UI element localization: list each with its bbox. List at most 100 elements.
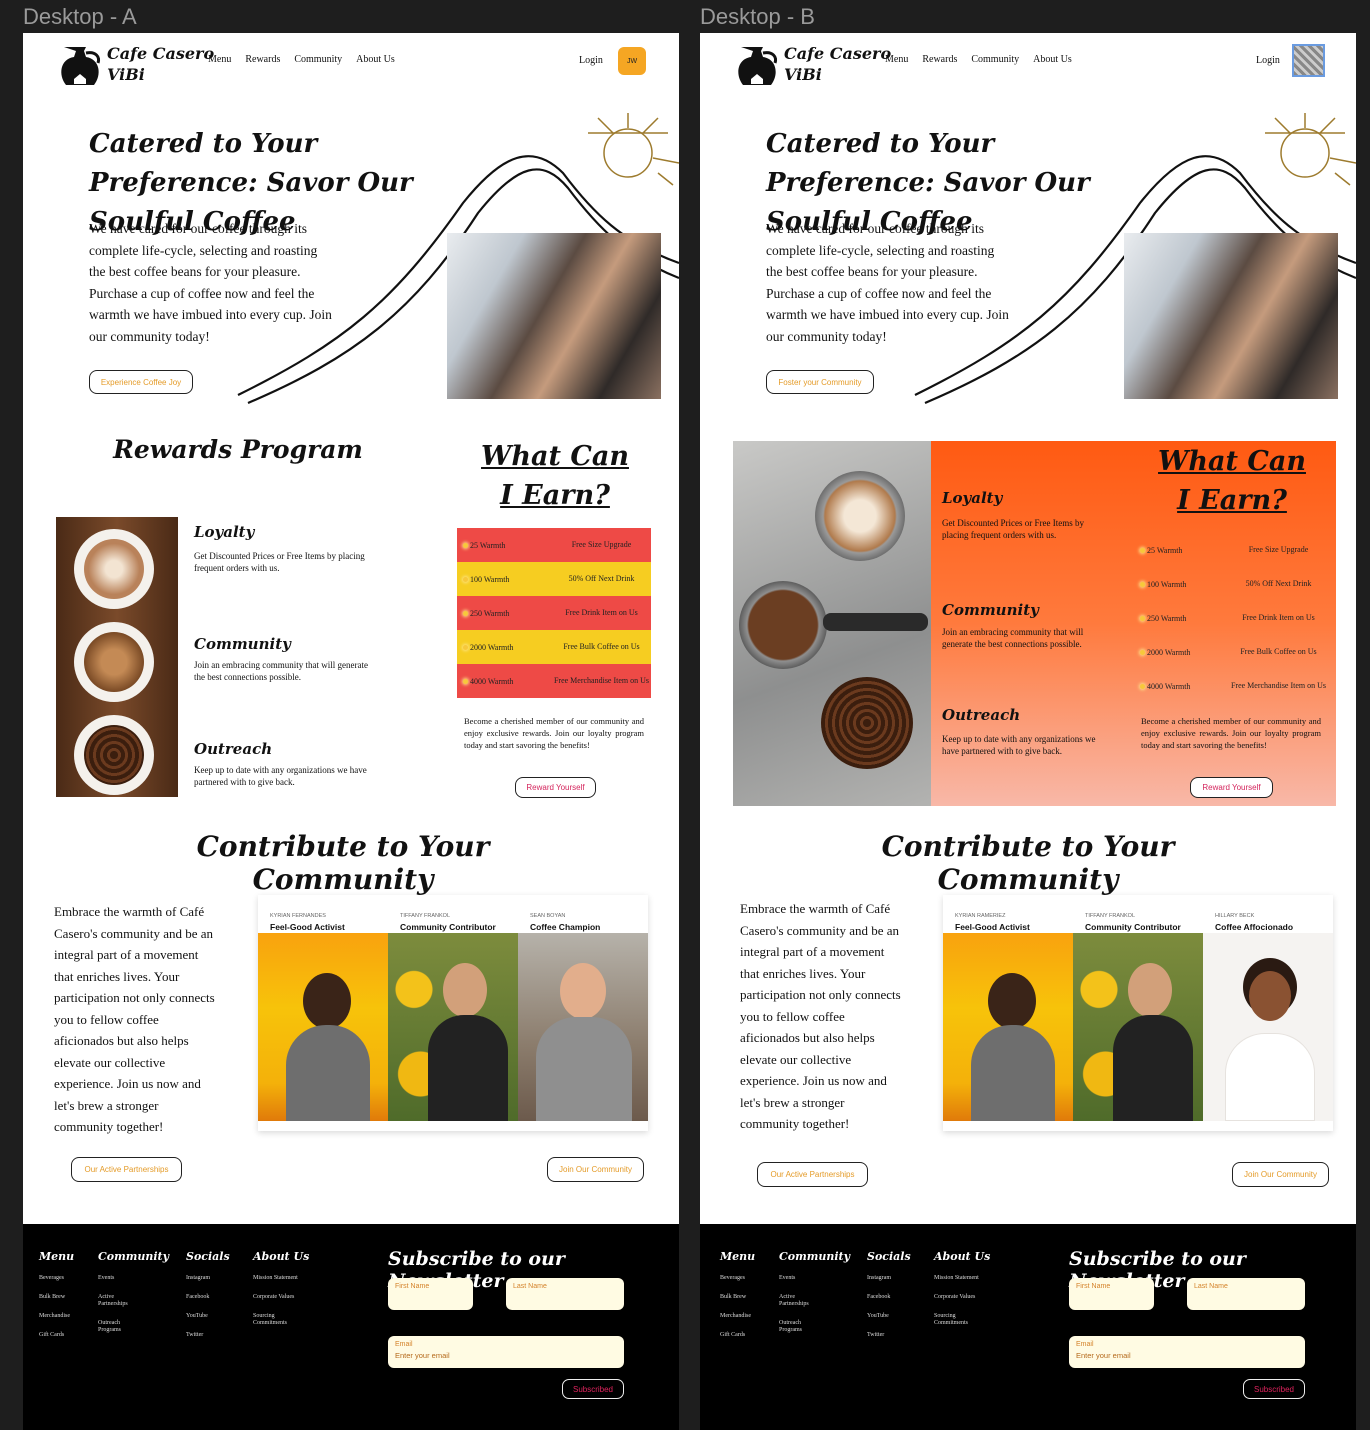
experience-coffee-joy-button[interactable]: Experience Coffee Joy	[89, 370, 193, 394]
foster-community-button[interactable]: Foster your Community	[766, 370, 874, 394]
member-role: Feel-Good Activist	[270, 922, 345, 932]
footer-link[interactable]: Events	[779, 1275, 821, 1282]
member-card[interactable]: Hillary Beck Coffee Affocionado	[1203, 895, 1333, 1131]
member-photo	[1203, 933, 1333, 1121]
footer-col-title: Menu	[39, 1250, 75, 1263]
join-community-button[interactable]: Join Our Community	[547, 1157, 644, 1182]
member-card[interactable]: Tiffany Frankol Community Contributor	[388, 895, 518, 1131]
footer-link[interactable]: Beverages	[39, 1275, 81, 1282]
reward-yourself-button[interactable]: Reward Yourself	[1190, 777, 1273, 798]
member-photo	[1073, 933, 1203, 1121]
first-name-label: First Name	[395, 1283, 430, 1290]
footer-link[interactable]: Merchandise	[720, 1313, 762, 1320]
nav-menu[interactable]: Menu	[208, 54, 231, 65]
active-partnerships-button[interactable]: Our Active Partnerships	[71, 1157, 182, 1182]
loyalty-text: Get Discounted Prices or Free Items by p…	[942, 518, 1084, 540]
subscribe-button[interactable]: Subscribed	[1243, 1379, 1305, 1399]
member-cards: Kyrian Fernandes Feel-Good Activist Tiff…	[258, 895, 648, 1131]
member-role: Feel-Good Activist	[955, 922, 1030, 932]
reward-tier-row: 2000 Warmth Free Bulk Coffee on Us	[457, 630, 651, 664]
rewards-note: Become a cherished member of our communi…	[1141, 716, 1321, 750]
login-link[interactable]: Login	[579, 55, 603, 66]
footer-link[interactable]: Outreach Programs	[779, 1320, 821, 1334]
footer-link[interactable]: Gift Cards	[39, 1332, 81, 1339]
subscribe-button[interactable]: Subscribed	[562, 1379, 624, 1399]
tier-points-label: 2000 Warmth	[470, 642, 514, 652]
nav-rewards[interactable]: Rewards	[922, 54, 957, 65]
member-card[interactable]: Tiffany Frankol Community Contributor	[1073, 895, 1203, 1131]
footer-link[interactable]: Instagram	[867, 1275, 909, 1282]
member-card[interactable]: Kyrian Fernandes Feel-Good Activist	[258, 895, 388, 1131]
nav-menu[interactable]: Menu	[885, 54, 908, 65]
user-avatar-photo[interactable]	[1292, 44, 1325, 77]
footer-link[interactable]: Merchandise	[39, 1313, 81, 1320]
nav-rewards[interactable]: Rewards	[245, 54, 280, 65]
email-field[interactable]: Email Enter your email	[1069, 1336, 1305, 1368]
warmth-icon	[463, 644, 468, 650]
footer-link[interactable]: YouTube	[186, 1313, 228, 1320]
footer-link[interactable]: Corporate Values	[934, 1294, 994, 1301]
footer-link[interactable]: Facebook	[186, 1294, 228, 1301]
footer-col-title: Socials	[186, 1250, 230, 1263]
user-avatar[interactable]: JW	[618, 47, 646, 75]
hero-friends-photo	[1124, 233, 1338, 399]
last-name-field[interactable]: Last Name	[1187, 1278, 1305, 1310]
tier-points: 4000 Warmth	[457, 677, 552, 686]
footer-link[interactable]: Active Partnerships	[98, 1294, 140, 1308]
footer-link[interactable]: Sourcing Commitments	[253, 1313, 303, 1327]
footer-link[interactable]: Events	[98, 1275, 140, 1282]
rewards-tier-table: 25 Warmth Free Size Upgrade 100 Warmth 50% …	[1134, 533, 1328, 703]
warmth-icon	[1140, 683, 1145, 689]
outreach-heading: Outreach	[942, 706, 1021, 724]
first-name-field[interactable]: First Name	[388, 1278, 473, 1310]
footer-link[interactable]: Beverages	[720, 1275, 762, 1282]
tier-reward: Free Drink Item on Us	[565, 608, 638, 617]
warmth-icon	[1140, 547, 1145, 553]
footer-link[interactable]: Twitter	[186, 1332, 228, 1339]
join-community-button[interactable]: Join Our Community	[1232, 1162, 1329, 1187]
desktop-b-frame: Cafe Casero ViBi Menu Rewards Community …	[700, 33, 1356, 1430]
login-link[interactable]: Login	[1256, 55, 1280, 66]
rewards-note: Become a cherished member of our communi…	[464, 716, 644, 750]
footer-link[interactable]: YouTube	[867, 1313, 909, 1320]
email-field[interactable]: Email Enter your email	[388, 1336, 624, 1368]
footer-link[interactable]: Bulk Brew	[720, 1294, 762, 1301]
reward-tier-row: 4000 Warmth Free Merchandise Item on Us	[1134, 669, 1328, 703]
nav-community[interactable]: Community	[971, 54, 1019, 65]
footer-link[interactable]: Sourcing Commitments	[934, 1313, 984, 1327]
nav-community[interactable]: Community	[294, 54, 342, 65]
first-name-field[interactable]: First Name	[1069, 1278, 1154, 1310]
outreach-heading: Outreach	[194, 740, 273, 758]
footer-link[interactable]: Instagram	[186, 1275, 228, 1282]
tier-reward: Free Drink Item on Us	[1242, 613, 1315, 622]
footer-link[interactable]: Corporate Values	[253, 1294, 313, 1301]
rewards-program-title: Rewards Program	[113, 435, 363, 464]
tier-reward: 50% Off Next Drink	[1245, 579, 1312, 588]
tier-points: 2000 Warmth	[457, 643, 552, 652]
footer-link[interactable]: Twitter	[867, 1332, 909, 1339]
member-card[interactable]: Kyrian Rameriez Feel-Good Activist	[943, 895, 1073, 1131]
nav-about[interactable]: About Us	[356, 54, 395, 65]
brand-name[interactable]: Cafe Casero ViBi	[784, 43, 894, 85]
active-partnerships-button[interactable]: Our Active Partnerships	[757, 1162, 868, 1187]
last-name-label: Last Name	[513, 1283, 547, 1290]
tier-reward: 50% Off Next Drink	[568, 574, 635, 583]
nav-about[interactable]: About Us	[1033, 54, 1072, 65]
footer-link[interactable]: Outreach Programs	[98, 1320, 140, 1334]
footer-link[interactable]: Active Partnerships	[779, 1294, 821, 1308]
footer-link[interactable]: Gift Cards	[720, 1332, 762, 1339]
footer-link[interactable]: Mission Statement	[253, 1275, 303, 1282]
what-can-i-earn-title: What Can I Earn?	[463, 437, 647, 515]
hero-friends-photo	[447, 233, 661, 399]
footer-link[interactable]: Facebook	[867, 1294, 909, 1301]
reward-yourself-button[interactable]: Reward Yourself	[515, 777, 596, 798]
warmth-icon	[1140, 581, 1145, 587]
reward-tier-row: 100 Warmth 50% Off Next Drink	[457, 562, 651, 596]
brand-name[interactable]: Cafe Casero ViBi	[107, 43, 217, 85]
member-photo	[258, 933, 388, 1121]
footer-link[interactable]: Bulk Brew	[39, 1294, 81, 1301]
last-name-field[interactable]: Last Name	[506, 1278, 624, 1310]
member-card[interactable]: Sean Boyan Coffee Champion	[518, 895, 648, 1131]
footer-link[interactable]: Mission Statement	[934, 1275, 984, 1282]
nav-links: Menu Rewards Community About Us	[208, 54, 395, 65]
